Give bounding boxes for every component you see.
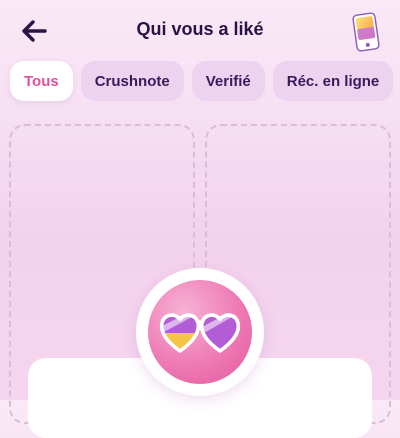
tab-tous[interactable]: Tous xyxy=(10,61,73,101)
page-title: Qui vous a liké xyxy=(136,19,264,39)
app-screen: Qui vous a liké Tous Crushnote Verifié R… xyxy=(0,0,400,438)
header: Qui vous a liké xyxy=(0,0,400,64)
tab-crushnote[interactable]: Crushnote xyxy=(80,61,184,101)
filter-tabs: Tous Crushnote Verifié Réc. en ligne xyxy=(10,61,394,101)
phone-boost-icon xyxy=(352,12,380,52)
badge-inner-circle xyxy=(148,280,252,384)
phone-boost-button[interactable] xyxy=(346,10,386,54)
tab-verifie[interactable]: Verifié xyxy=(191,61,265,101)
likes-badge xyxy=(136,268,264,396)
tab-rec-en-ligne[interactable]: Réc. en ligne xyxy=(272,61,394,101)
heart-sunglasses-icon xyxy=(159,313,241,353)
